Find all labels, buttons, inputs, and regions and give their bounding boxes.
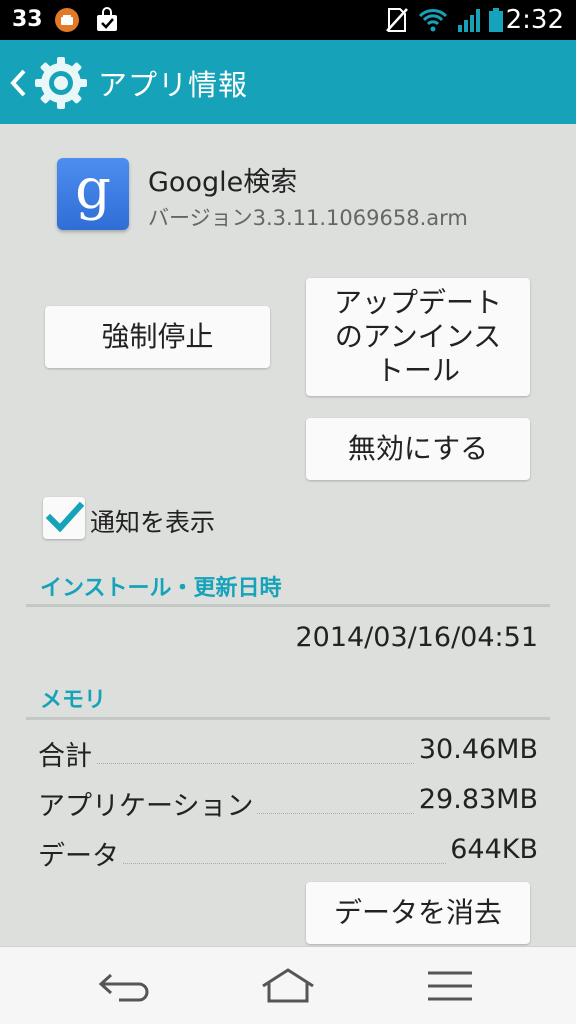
wifi-icon [418, 9, 448, 32]
orange-circle-icon [55, 8, 79, 32]
memory-label: データ [38, 834, 123, 873]
memory-row-total: 合計 30.46MB [38, 734, 538, 773]
clear-data-button[interactable]: データを消去 [306, 882, 530, 944]
back-icon [98, 973, 149, 1002]
home-icon [262, 968, 314, 1003]
uninstall-updates-button[interactable]: アップデート のアンインス トール [306, 278, 530, 396]
show-notifications-checkbox[interactable] [43, 497, 85, 539]
status-bar: 33 2:32 [0, 0, 576, 40]
signal-icon [458, 9, 480, 32]
nav-back-button[interactable] [77, 959, 173, 1013]
battery-icon [489, 8, 503, 32]
memory-label: 合計 [38, 734, 96, 773]
google-search-app-icon: g [57, 158, 129, 230]
force-stop-button[interactable]: 強制停止 [45, 306, 270, 368]
memory-value: 644KB [446, 834, 538, 865]
install-section-title: インストール・更新日時 [40, 576, 282, 601]
clock: 2:32 [505, 5, 564, 35]
action-bar: アプリ情報 [0, 40, 576, 124]
memory-value: 30.46MB [414, 734, 538, 765]
screen-title: アプリ情報 [98, 68, 249, 102]
app-version: バージョン3.3.11.1069658.arm [148, 206, 468, 230]
section-divider [26, 604, 550, 607]
memory-value: 29.83MB [414, 784, 538, 815]
checkmark-icon [45, 501, 85, 533]
back-chevron-icon [10, 69, 26, 97]
app-name: Google検索 [148, 167, 298, 198]
install-datetime: 2014/03/16/04:51 [295, 622, 538, 653]
navigation-bar [0, 946, 576, 1024]
no-sim-icon [386, 8, 408, 32]
gear-icon [35, 57, 87, 109]
show-notifications-label: 通知を表示 [90, 508, 216, 537]
app-icon-letter: g [75, 157, 111, 222]
up-button[interactable] [0, 40, 96, 124]
notification-count: 33 [12, 7, 43, 32]
section-divider [26, 717, 550, 720]
disable-button[interactable]: 無効にする [306, 418, 530, 480]
memory-section-title: メモリ [40, 688, 107, 713]
nav-menu-button[interactable] [402, 959, 498, 1013]
menu-icon [428, 971, 472, 1001]
memory-label: アプリケーション [38, 784, 258, 823]
memory-row-application: アプリケーション 29.83MB [38, 784, 538, 823]
nav-home-button[interactable] [240, 959, 336, 1013]
shopping-bag-check-icon [97, 7, 117, 31]
memory-row-data: データ 644KB [38, 834, 538, 873]
